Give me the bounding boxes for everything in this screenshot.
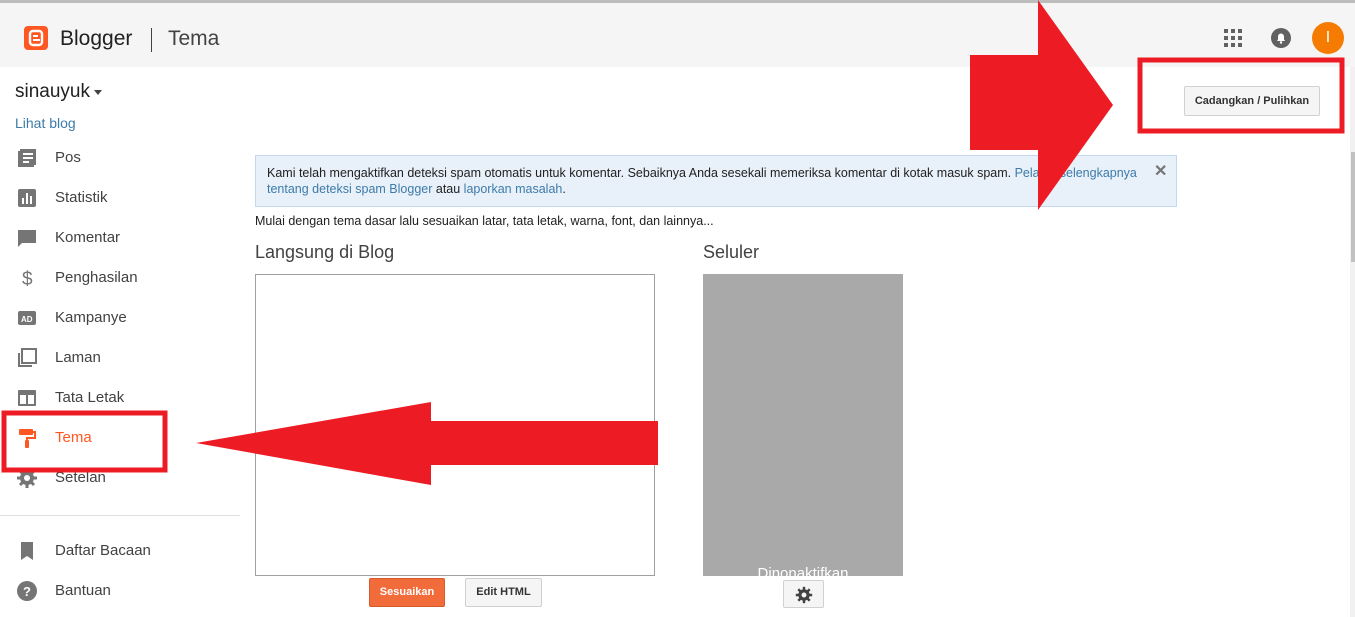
- posts-icon: [18, 149, 36, 167]
- notification-bell-icon[interactable]: [1270, 27, 1292, 49]
- sidebar-item-posts[interactable]: Pos: [0, 138, 240, 178]
- notice-message: Kami telah mengaktifkan deteksi spam oto…: [267, 165, 1137, 197]
- sidebar-item-label: Bantuan: [55, 582, 111, 599]
- caret-down-icon[interactable]: [94, 90, 102, 95]
- sidebar-item-label: Setelan: [55, 469, 106, 486]
- sidebar-item-reading-list[interactable]: Daftar Bacaan: [0, 531, 240, 571]
- ad-icon: AD: [18, 311, 36, 325]
- sidebar-item-label: Laman: [55, 349, 101, 366]
- svg-text:?: ?: [23, 584, 31, 599]
- sidebar-item-label: Penghasilan: [55, 269, 138, 286]
- blog-selector[interactable]: sinauyuk: [15, 81, 90, 103]
- sidebar-item-help[interactable]: ? Bantuan: [0, 571, 240, 611]
- mobile-theme-preview[interactable]: Dinonaktifkan: [703, 274, 903, 576]
- mobile-settings-button[interactable]: [783, 580, 824, 608]
- sidebar-item-label: Tata Letak: [55, 389, 125, 406]
- sidebar-item-stats[interactable]: Statistik: [0, 178, 240, 218]
- sidebar-item-earnings[interactable]: $ Penghasilan: [0, 258, 240, 298]
- layout-icon: [18, 390, 36, 406]
- paint-roller-icon: [19, 429, 36, 448]
- stats-icon: [18, 189, 36, 207]
- gear-icon: [17, 468, 37, 488]
- apps-grid-icon[interactable]: [1224, 29, 1242, 47]
- brand-name[interactable]: Blogger: [60, 27, 132, 51]
- pages-icon: [18, 348, 37, 367]
- close-icon[interactable]: ✕: [1154, 161, 1167, 181]
- sidebar-item-settings[interactable]: Setelan: [0, 458, 240, 498]
- live-theme-preview[interactable]: [255, 274, 655, 576]
- sidebar-item-label: Tema: [55, 429, 92, 446]
- sidebar-item-label: Daftar Bacaan: [55, 542, 151, 559]
- svg-text:AD: AD: [21, 315, 33, 324]
- mobile-title: Seluler: [703, 242, 760, 262]
- blogger-logo-icon[interactable]: [24, 26, 48, 50]
- sidebar-divider: [0, 515, 240, 516]
- comment-icon: [18, 230, 36, 247]
- edit-html-button[interactable]: Edit HTML: [465, 578, 542, 607]
- spam-notice-banner: Kami telah mengaktifkan deteksi spam oto…: [255, 155, 1177, 207]
- page-title: Tema: [168, 27, 220, 50]
- avatar[interactable]: I: [1312, 22, 1344, 54]
- bookmark-icon: [21, 542, 33, 560]
- report-problem-link[interactable]: laporkan masalah: [464, 182, 563, 196]
- gear-icon: [795, 586, 813, 604]
- notice-text-between: atau: [432, 182, 464, 196]
- scrollbar-thumb[interactable]: [1351, 152, 1355, 262]
- sidebar-item-label: Statistik: [55, 189, 108, 206]
- sidebar-item-theme[interactable]: Tema: [0, 418, 240, 458]
- help-icon: ?: [17, 581, 37, 601]
- sidebar-item-label: Kampanye: [55, 309, 127, 326]
- notice-text-end: .: [562, 182, 566, 196]
- sidebar-item-label: Pos: [55, 149, 81, 166]
- dollar-icon: $: [22, 269, 33, 289]
- sidebar-item-layout[interactable]: Tata Letak: [0, 378, 240, 418]
- svg-text:$: $: [22, 269, 33, 289]
- mobile-status-label: Dinonaktifkan: [757, 565, 849, 576]
- app-header: Blogger Tema I: [0, 3, 1355, 67]
- customize-button[interactable]: Sesuaikan: [369, 578, 445, 607]
- sidebar-item-comments[interactable]: Komentar: [0, 218, 240, 258]
- page: Blogger Tema I sinauyuk Lihat blog Pos S…: [0, 0, 1355, 617]
- scrollbar-track[interactable]: [1350, 67, 1355, 617]
- notice-text: Kami telah mengaktifkan deteksi spam oto…: [267, 166, 1015, 180]
- sidebar-item-pages[interactable]: Laman: [0, 338, 240, 378]
- header-divider: [151, 28, 152, 52]
- backup-restore-button[interactable]: Cadangkan / Pulihkan: [1184, 86, 1320, 116]
- sidebar-item-campaigns[interactable]: AD Kampanye: [0, 298, 240, 338]
- theme-intro-text: Mulai dengan tema dasar lalu sesuaikan l…: [255, 214, 714, 228]
- live-on-blog-title: Langsung di Blog: [255, 242, 395, 262]
- sidebar-item-label: Komentar: [55, 229, 121, 246]
- view-blog-link[interactable]: Lihat blog: [15, 115, 76, 131]
